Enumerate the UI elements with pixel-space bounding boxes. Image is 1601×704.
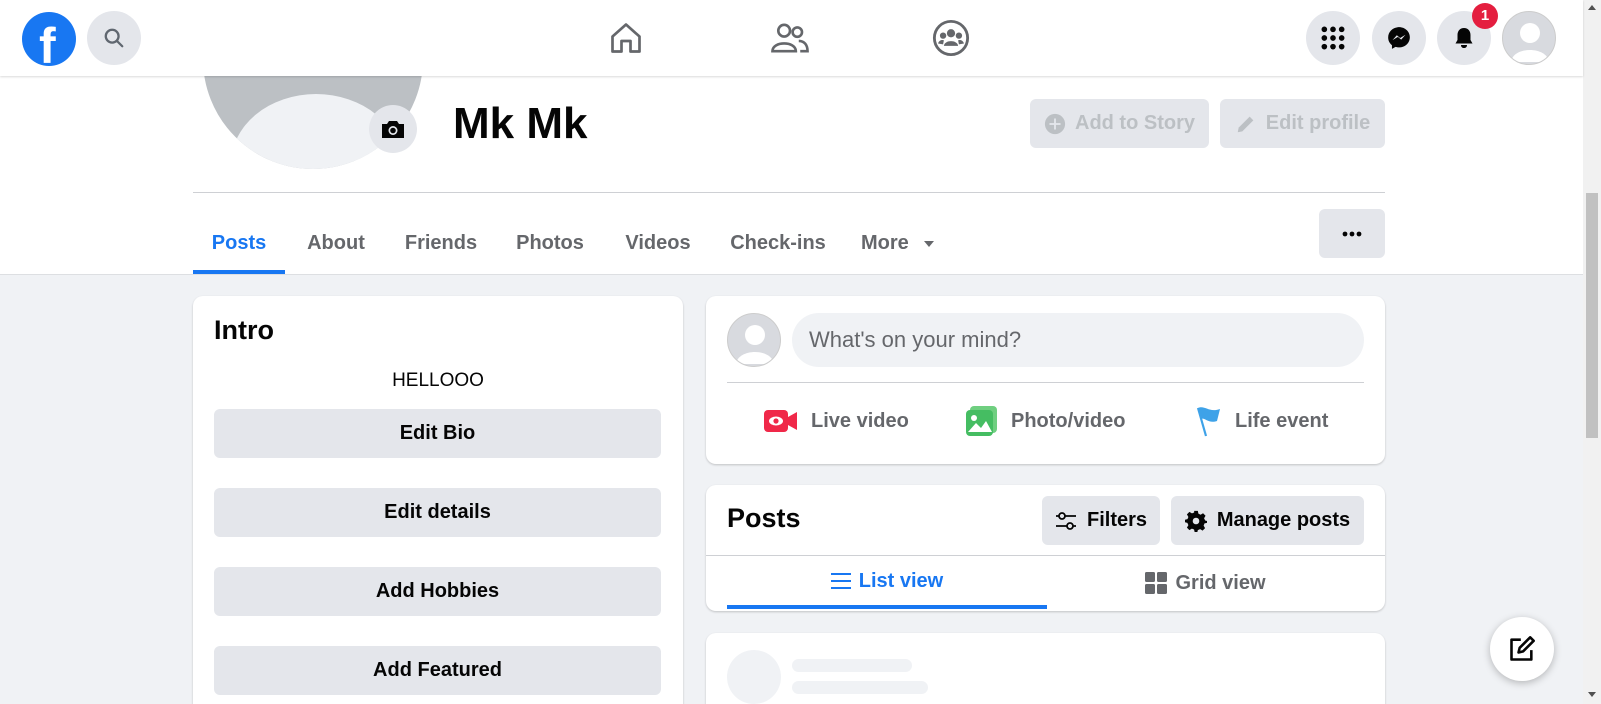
plus-circle-icon <box>1044 113 1066 134</box>
pencil-icon <box>1237 116 1254 132</box>
filters-label: Filters <box>1086 509 1148 531</box>
menu-button[interactable] <box>1306 11 1360 65</box>
notification-badge: 1 <box>1472 3 1498 29</box>
tab-label: Friends <box>404 232 478 254</box>
filters-icon <box>1055 511 1076 530</box>
filters-button[interactable]: Filters <box>1042 496 1160 545</box>
manage-posts-label: Manage posts <box>1216 509 1351 531</box>
photo-video-label: Photo/video <box>1011 409 1126 432</box>
search-icon <box>104 28 124 48</box>
loading-post-placeholder <box>706 633 1385 704</box>
compose-icon <box>1510 636 1535 661</box>
list-view-tab[interactable]: List view <box>727 557 1047 609</box>
grid-icon <box>1145 572 1168 594</box>
more-options-button[interactable] <box>1319 209 1385 258</box>
composer-divider <box>727 382 1364 383</box>
tab-photos[interactable]: Photos <box>511 214 589 274</box>
groups-nav-button[interactable] <box>931 18 971 58</box>
messenger-icon <box>1388 27 1410 49</box>
skeleton-avatar <box>727 650 781 704</box>
posts-divider <box>706 555 1385 556</box>
tab-check-ins[interactable]: Check-ins <box>728 214 828 274</box>
post-composer: What's on your mind? Live video Photo/vi… <box>706 296 1385 464</box>
ellipsis-icon <box>1342 231 1362 236</box>
top-navbar: f 1 <box>0 0 1583 76</box>
camera-icon <box>382 121 404 138</box>
manage-posts-button[interactable]: Manage posts <box>1171 496 1364 545</box>
friends-nav-button[interactable] <box>770 18 810 58</box>
edit-profile-button[interactable]: Edit profile <box>1220 99 1385 148</box>
tab-more[interactable]: More <box>861 214 947 274</box>
posts-card: Posts Filters Manage posts List view Gri… <box>706 485 1385 611</box>
tab-label: Posts <box>211 232 267 254</box>
tab-label: Check-ins <box>730 232 826 254</box>
messenger-button[interactable] <box>1372 11 1426 65</box>
tab-friends[interactable]: Friends <box>403 214 479 274</box>
flag-icon <box>1196 407 1220 437</box>
list-icon <box>830 573 851 589</box>
add-featured-button[interactable]: Add Featured <box>214 646 661 695</box>
groups-icon <box>932 19 970 57</box>
tab-videos[interactable]: Videos <box>620 214 696 274</box>
profile-header: Mk Mk Add to Story Edit profile Posts Ab… <box>0 0 1583 275</box>
edit-profile-label: Edit profile <box>1265 112 1371 134</box>
grid-menu-icon <box>1321 26 1345 50</box>
list-view-label: List view <box>858 569 944 592</box>
grid-view-label: Grid view <box>1175 571 1266 594</box>
facebook-logo[interactable]: f <box>22 12 76 66</box>
intro-title: Intro <box>214 315 274 345</box>
edit-bio-button[interactable]: Edit Bio <box>214 409 661 458</box>
tab-about[interactable]: About <box>298 214 374 274</box>
add-to-story-label: Add to Story <box>1075 112 1195 134</box>
live-video-label: Live video <box>811 409 909 432</box>
profile-name: Mk Mk <box>453 99 588 148</box>
intro-card: Intro HELLOOO Edit Bio Edit details Add … <box>193 296 683 704</box>
grid-view-tab[interactable]: Grid view <box>1047 557 1364 609</box>
whats-on-your-mind-input[interactable]: What's on your mind? <box>792 313 1364 367</box>
header-divider <box>193 192 1385 193</box>
account-avatar[interactable] <box>1502 11 1556 65</box>
photo-video-icon <box>966 406 997 436</box>
default-avatar-icon <box>736 325 774 364</box>
bio-text: HELLOOO <box>392 370 484 391</box>
default-avatar-icon <box>1511 23 1549 62</box>
tab-label: Photos <box>516 232 584 254</box>
home-icon <box>611 23 641 53</box>
tab-label: Videos <box>625 232 691 254</box>
live-video-button[interactable]: Live video <box>763 401 909 441</box>
photo-video-button[interactable]: Photo/video <box>965 401 1125 441</box>
life-event-button[interactable]: Life event <box>1193 401 1328 441</box>
composer-avatar <box>727 313 781 367</box>
scrollbar-thumb[interactable] <box>1586 193 1598 438</box>
update-profile-picture-button[interactable] <box>369 105 417 153</box>
new-message-button[interactable] <box>1490 617 1554 681</box>
gear-icon <box>1184 510 1207 532</box>
tab-label: More <box>861 232 909 254</box>
search-button[interactable] <box>87 11 141 65</box>
tab-posts[interactable]: Posts <box>193 214 285 274</box>
add-to-story-button[interactable]: Add to Story <box>1030 99 1209 148</box>
posts-title: Posts <box>727 503 801 533</box>
live-video-icon <box>764 410 797 432</box>
skeleton-line <box>792 659 912 672</box>
caret-down-icon <box>924 240 935 247</box>
scroll-up-arrow-icon[interactable] <box>1588 5 1596 10</box>
facebook-logo-letter: f <box>39 18 56 66</box>
page-scrollbar[interactable] <box>1583 0 1601 704</box>
home-nav-button[interactable] <box>606 18 646 58</box>
edit-details-button[interactable]: Edit details <box>214 488 661 537</box>
skeleton-line <box>792 681 928 694</box>
tab-label: About <box>307 232 365 254</box>
scroll-down-arrow-icon[interactable] <box>1588 692 1596 697</box>
life-event-label: Life event <box>1235 409 1329 432</box>
add-hobbies-button[interactable]: Add Hobbies <box>214 567 661 616</box>
bell-icon <box>1455 28 1473 48</box>
friends-icon <box>771 23 809 53</box>
